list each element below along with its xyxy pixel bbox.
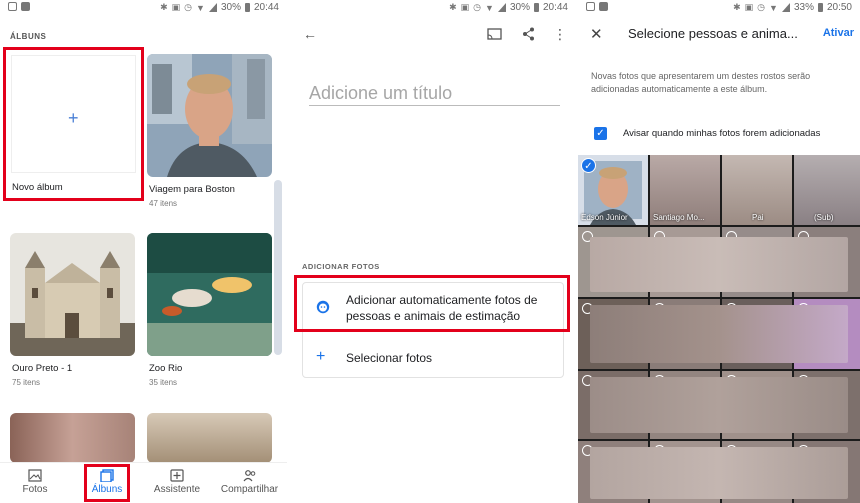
album-thumbnail	[147, 413, 272, 463]
alarm-icon: ◷	[757, 2, 766, 12]
section-label: ÁLBUNS	[10, 32, 47, 41]
nav-label: Compartilhar	[220, 484, 279, 495]
nav-photos[interactable]: Fotos	[0, 463, 70, 503]
page-title: Selecione pessoas e anima...	[628, 26, 798, 41]
notification-icon	[8, 2, 17, 11]
alarm-icon: ◷	[473, 2, 482, 12]
album-thumbnail	[147, 54, 272, 177]
notify-checkbox-label: Avisar quando minhas fotos forem adicion…	[623, 128, 821, 139]
battery-percent: 30%	[509, 2, 530, 13]
share-icon[interactable]	[522, 27, 535, 41]
bluetooth-icon: ✱	[160, 2, 168, 12]
face-name: Santiago Mo...	[653, 213, 705, 222]
album-thumbnail	[10, 413, 135, 463]
album-card[interactable]: Viagem para Boston 47 itens	[147, 54, 272, 214]
albums-screen: ✱ ▣ ◷ ▼ 30% 20:44 ÁLBUNS + Novo álbum Vi…	[0, 0, 287, 503]
bluetooth-icon: ✱	[449, 2, 457, 12]
photo-icon	[28, 469, 42, 482]
nav-label: Assistente	[153, 484, 201, 495]
vibrate-icon: ▣	[460, 2, 470, 12]
church-photo	[10, 233, 135, 356]
bottom-navigation: Fotos Álbuns Assistente Compartilhar	[0, 462, 287, 503]
album-name: Viagem para Boston	[149, 184, 235, 195]
clock: 20:44	[542, 2, 568, 13]
gallery-notification-icon	[21, 2, 30, 11]
album-name: Zoo Rio	[149, 363, 183, 374]
album-card[interactable]: Zoo Rio 35 itens	[147, 233, 272, 393]
clock: 20:44	[253, 2, 279, 13]
battery-percent: 30%	[220, 2, 241, 13]
highlight-box	[84, 464, 130, 502]
nav-share[interactable]: Compartilhar	[212, 463, 287, 503]
album-title-input[interactable]	[309, 82, 560, 106]
plus-icon: +	[316, 348, 326, 365]
face-tile[interactable]: Pai	[722, 155, 792, 225]
face-name: Pai	[752, 213, 764, 222]
battery-icon	[244, 3, 250, 12]
album-count: 75 itens	[12, 378, 41, 387]
faces-grid: ✓ Edson Júnior Santiago Mo... Pai (Sub)	[578, 155, 860, 503]
face-name: (Sub)	[814, 213, 834, 222]
battery-icon	[817, 3, 823, 12]
alarm-icon: ◷	[184, 2, 193, 12]
wifi-icon: ▼	[769, 2, 778, 13]
description: Novas fotos que apresentarem um destes r…	[591, 71, 811, 94]
back-arrow-icon[interactable]: ←	[303, 26, 317, 42]
blurred-area	[590, 377, 848, 433]
face-tile[interactable]: Santiago Mo...	[650, 155, 720, 225]
battery-icon	[533, 3, 539, 12]
blurred-area	[590, 447, 848, 499]
vibrate-icon: ▣	[744, 2, 754, 12]
signal-icon	[781, 3, 790, 12]
vibrate-icon: ▣	[171, 2, 181, 12]
wifi-icon: ▼	[196, 2, 205, 13]
cast-icon[interactable]	[487, 28, 502, 41]
wifi-icon: ▼	[485, 2, 494, 13]
album-name: Ouro Preto - 1	[12, 363, 73, 374]
album-count: 47 itens	[149, 199, 178, 208]
battery-percent: 33%	[793, 2, 814, 13]
activate-button[interactable]: Ativar	[823, 27, 854, 39]
album-card[interactable]: Ouro Preto - 1 75 itens	[10, 233, 135, 393]
close-icon[interactable]: ✕	[590, 25, 603, 43]
share-people-icon	[243, 470, 255, 482]
bluetooth-icon: ✱	[733, 2, 741, 12]
face-tile[interactable]: ✓ Edson Júnior	[578, 155, 648, 225]
gallery-notification-icon	[599, 2, 608, 11]
scrollbar-thumb[interactable]	[274, 180, 282, 355]
notification-icon	[586, 2, 595, 11]
select-photos-option[interactable]: + Selecionar fotos	[303, 343, 563, 373]
assistant-icon	[170, 469, 184, 482]
face-name: Edson Júnior	[581, 213, 628, 222]
highlight-box	[294, 275, 570, 332]
portrait-photo	[147, 54, 272, 177]
aquarium-photo	[147, 233, 272, 356]
blurred-area	[590, 237, 848, 292]
status-bar: ✱ ▣ ◷ ▼ 33% 20:50	[578, 0, 860, 16]
album-count: 35 itens	[149, 378, 178, 387]
face-tile[interactable]: (Sub)	[794, 155, 860, 225]
signal-icon	[497, 3, 506, 12]
notify-checkbox[interactable]: ✓	[594, 127, 607, 140]
blurred-area	[590, 305, 848, 363]
signal-icon	[208, 3, 217, 12]
plus-icon: +	[68, 108, 79, 128]
clock: 20:50	[826, 2, 852, 13]
album-card[interactable]	[147, 413, 272, 463]
new-album-label: Novo álbum	[12, 182, 63, 193]
status-bar: ✱ ▣ ◷ ▼ 30% 20:44	[0, 0, 287, 16]
nav-assistant[interactable]: Assistente	[142, 463, 212, 503]
new-album-card[interactable]: + Novo álbum	[3, 47, 144, 201]
section-label: ADICIONAR FOTOS	[302, 262, 380, 271]
select-people-screen: ✱ ▣ ◷ ▼ 33% 20:50 ✕ Selecione pessoas e …	[578, 0, 860, 503]
album-thumbnail	[10, 233, 135, 356]
new-album-screen: ✱ ▣ ◷ ▼ 30% 20:44 ← ⋮ ADICIONAR FOTOS Ad…	[289, 0, 576, 503]
nav-label: Fotos	[22, 484, 48, 495]
more-vert-icon[interactable]: ⋮	[553, 26, 567, 43]
check-icon: ✓	[581, 158, 596, 173]
status-bar: ✱ ▣ ◷ ▼ 30% 20:44	[289, 0, 576, 16]
select-photos-label: Selecionar fotos	[346, 351, 433, 365]
album-card[interactable]	[10, 413, 135, 463]
album-thumbnail	[147, 233, 272, 356]
